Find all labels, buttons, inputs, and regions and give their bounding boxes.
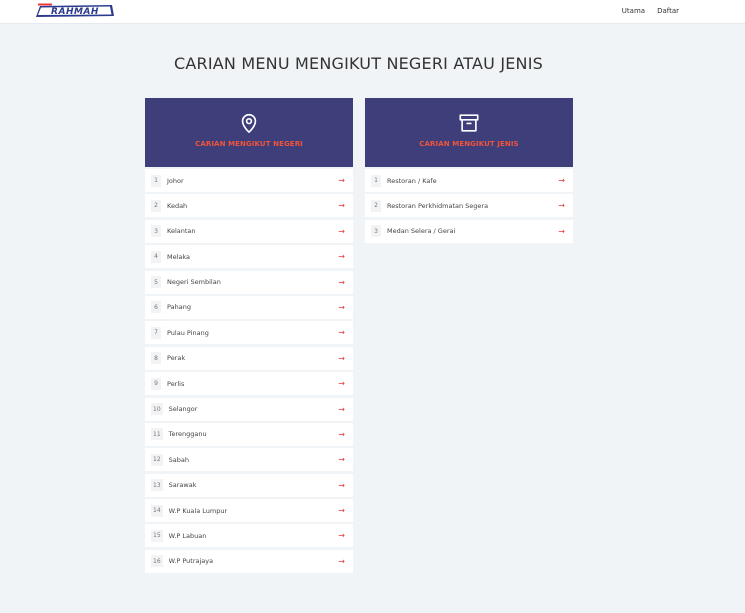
item-label: Negeri Sembilan [167, 278, 221, 287]
item-number: 3 [371, 225, 381, 238]
item-number: 7 [151, 326, 161, 339]
item-number: 15 [151, 529, 163, 542]
nav-utama-link[interactable]: Utama [622, 7, 645, 15]
type-list: 1 Restoran / Kafe → 2 Restoran Perkhidmatan … [365, 169, 573, 243]
type-search-card-header[interactable]: CARIAN MENGIKUT JENIS [365, 98, 573, 167]
arrow-right-icon: → [338, 429, 345, 439]
nav-daftar-link[interactable]: Daftar [657, 7, 679, 15]
state-list-item[interactable]: 3 Kelantan → [145, 219, 353, 243]
type-search-label: CARIAN MENGIKUT JENIS [419, 140, 519, 148]
item-label: Sabah [168, 455, 189, 464]
item-label: Selangor [168, 405, 198, 414]
rahmah-logo[interactable]: RAHMAH [34, 3, 116, 20]
item-number: 2 [371, 199, 381, 212]
state-search-column: CARIAN MENGIKUT NEGERI 1 Johor → 2 Kedah → 3 Ke… [145, 98, 353, 575]
map-pin-icon [241, 113, 257, 133]
state-list-item[interactable]: 4 Melaka → [145, 245, 353, 269]
item-label: W.P Kuala Lumpur [168, 506, 228, 515]
item-label: Perak [167, 354, 186, 363]
item-label: Kedah [167, 201, 188, 210]
type-list-item[interactable]: 2 Restoran Perkhidmatan Segera → [365, 194, 573, 218]
state-list-item[interactable]: 16 W.P Putrajaya → [145, 549, 353, 573]
arrow-right-icon: → [338, 480, 345, 490]
arrow-right-icon: → [338, 353, 345, 363]
type-list-item[interactable]: 1 Restoran / Kafe → [365, 169, 573, 192]
state-list-item[interactable]: 5 Negeri Sembilan → [145, 270, 353, 294]
state-list-item[interactable]: 6 Pahang → [145, 295, 353, 319]
top-navbar: RAHMAH Utama Daftar [0, 0, 745, 24]
item-number: 1 [371, 174, 381, 187]
state-list-item[interactable]: 10 Selangor → [145, 397, 353, 421]
item-label: Pahang [167, 303, 191, 312]
item-label: Kelantan [167, 227, 196, 236]
archive-box-icon [459, 114, 479, 132]
arrow-right-icon: → [338, 328, 345, 338]
item-number: 16 [151, 555, 163, 568]
state-list-item[interactable]: 9 Perlis → [145, 372, 353, 396]
arrow-right-icon: → [338, 277, 345, 287]
item-number: 11 [151, 428, 163, 441]
item-number: 9 [151, 377, 161, 390]
arrow-right-icon: → [338, 455, 345, 465]
state-list: 1 Johor → 2 Kedah → 3 Kelantan → 4 Melaka → 5 Negeri … [145, 169, 353, 573]
item-number: 10 [151, 403, 163, 416]
item-label: Pulau Pinang [167, 328, 209, 337]
state-list-item[interactable]: 11 Terengganu → [145, 422, 353, 446]
item-number: 1 [151, 174, 161, 187]
state-list-item[interactable]: 8 Perak → [145, 346, 353, 370]
item-number: 14 [151, 504, 163, 517]
item-number: 8 [151, 352, 161, 365]
item-label: Melaka [167, 252, 191, 261]
arrow-right-icon: → [338, 506, 345, 516]
page-title: CARIAN MENU MENGIKUT NEGERI ATAU JENIS [173, 54, 544, 73]
item-label: W.P Putrajaya [168, 557, 214, 566]
state-list-item[interactable]: 13 Sarawak → [145, 473, 353, 497]
item-label: Perlis [167, 379, 185, 388]
state-list-item[interactable]: 7 Pulau Pinang → [145, 321, 353, 345]
state-list-item[interactable]: 2 Kedah → [145, 194, 353, 218]
arrow-right-icon: → [338, 404, 345, 414]
item-number: 5 [151, 276, 161, 289]
state-list-item[interactable]: 1 Johor → [145, 169, 353, 192]
item-label: Sarawak [168, 481, 197, 490]
item-number: 12 [151, 453, 163, 466]
state-list-item[interactable]: 12 Sabah → [145, 448, 353, 472]
item-number: 13 [151, 479, 163, 492]
item-label: Restoran / Kafe [387, 176, 437, 185]
arrow-right-icon: → [338, 226, 345, 236]
arrow-right-icon: → [338, 531, 345, 541]
svg-text:RAHMAH: RAHMAH [51, 7, 99, 17]
item-label: Terengganu [168, 430, 207, 439]
arrow-right-icon: → [338, 379, 345, 389]
item-label: Johor [167, 176, 184, 185]
item-label: Medan Selera / Gerai [387, 227, 456, 236]
arrow-right-icon: → [338, 252, 345, 262]
item-number: 3 [151, 225, 161, 238]
item-label: W.P Labuan [168, 531, 207, 540]
item-number: 6 [151, 301, 161, 314]
arrow-right-icon: → [558, 201, 565, 211]
state-search-label: CARIAN MENGIKUT NEGERI [195, 140, 303, 148]
main-nav: Utama Daftar [622, 7, 679, 15]
state-list-item[interactable]: 14 W.P Kuala Lumpur → [145, 499, 353, 523]
item-number: 2 [151, 199, 161, 212]
state-list-item[interactable]: 15 W.P Labuan → [145, 524, 353, 548]
item-number: 4 [151, 250, 161, 263]
arrow-right-icon: → [558, 176, 565, 185]
type-list-item[interactable]: 3 Medan Selera / Gerai → [365, 219, 573, 243]
arrow-right-icon: → [338, 176, 345, 185]
arrow-right-icon: → [338, 302, 345, 312]
type-search-column: CARIAN MENGIKUT JENIS 1 Restoran / Kafe → 2… [365, 98, 573, 245]
arrow-right-icon: → [338, 201, 345, 211]
state-search-card-header[interactable]: CARIAN MENGIKUT NEGERI [145, 98, 353, 167]
arrow-right-icon: → [338, 556, 345, 566]
arrow-right-icon: → [558, 226, 565, 236]
item-label: Restoran Perkhidmatan Segera [387, 201, 489, 210]
